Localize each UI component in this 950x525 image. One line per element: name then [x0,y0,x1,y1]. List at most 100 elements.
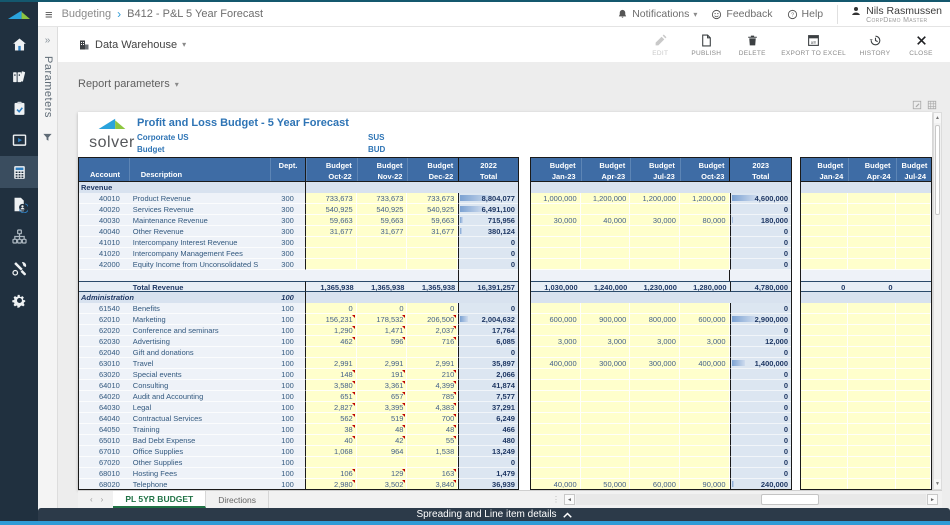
input-cell[interactable]: 600,000 [680,314,730,325]
input-cell[interactable]: 50,000 [581,479,631,490]
input-cell[interactable]: 733,673 [407,193,458,204]
input-cell[interactable] [357,259,408,270]
input-cell[interactable] [848,457,895,468]
input-cell[interactable] [581,204,631,215]
input-cell[interactable] [896,314,931,325]
help-button[interactable]: ? Help [787,8,824,20]
sheet-tab-directions[interactable]: Directions [206,491,269,508]
input-cell[interactable]: 600,000 [531,314,581,325]
notifications-button[interactable]: Notifications▾ [617,8,697,20]
input-cell[interactable] [581,468,631,479]
input-cell[interactable]: 156,231 [306,314,357,325]
input-cell[interactable] [896,259,931,270]
input-cell[interactable] [896,457,931,468]
input-cell[interactable]: 1,200,000 [680,193,730,204]
export-button[interactable]: x≡EXPORT TO EXCEL [775,31,852,59]
sidebar-item-documents[interactable] [0,188,38,220]
input-cell[interactable] [581,237,631,248]
input-cell[interactable]: 1,471 [357,325,408,336]
input-cell[interactable]: 2,991 [407,358,458,369]
input-cell[interactable] [680,457,730,468]
input-cell[interactable]: 4,383 [407,402,458,413]
solver-logo-icon[interactable] [0,0,38,28]
input-cell[interactable] [801,369,848,380]
input-cell[interactable]: 1,538 [407,446,458,457]
input-cell[interactable] [801,259,848,270]
input-cell[interactable] [531,303,581,314]
input-cell[interactable] [896,237,931,248]
sidebar-item-tasks[interactable] [0,92,38,124]
input-cell[interactable] [896,468,931,479]
input-cell[interactable]: 191 [357,369,408,380]
input-cell[interactable]: 80,000 [680,215,730,226]
input-cell[interactable] [680,402,730,413]
input-cell[interactable]: 59,663 [306,215,357,226]
input-cell[interactable] [680,237,730,248]
input-cell[interactable] [848,226,895,237]
scroll-down-icon[interactable]: ▼ [934,479,941,489]
input-cell[interactable]: 48 [407,424,458,435]
input-cell[interactable]: 55 [407,435,458,446]
publish-button[interactable]: PUBLISH [683,31,729,59]
input-cell[interactable] [680,369,730,380]
input-cell[interactable] [896,193,931,204]
input-cell[interactable]: 38 [306,424,357,435]
input-cell[interactable] [630,226,680,237]
input-cell[interactable] [848,215,895,226]
delete-button[interactable]: DELETE [729,31,775,59]
input-cell[interactable]: 3,000 [680,336,730,347]
input-cell[interactable] [896,358,931,369]
input-cell[interactable]: 42 [357,435,408,446]
input-cell[interactable] [531,435,581,446]
input-cell[interactable] [848,446,895,457]
input-cell[interactable] [801,424,848,435]
sidebar-item-workflow[interactable] [0,220,38,252]
input-cell[interactable] [680,226,730,237]
sidebar-item-playbooks[interactable] [0,124,38,156]
scroll-left-icon[interactable]: ◄ [564,494,575,505]
input-cell[interactable] [848,204,895,215]
input-cell[interactable] [680,435,730,446]
input-cell[interactable]: 59,663 [357,215,408,226]
input-cell[interactable] [581,380,631,391]
data-source-dropdown[interactable]: Data Warehouse ▾ [78,39,186,51]
input-cell[interactable] [848,479,895,490]
input-cell[interactable]: 400,000 [531,358,581,369]
input-cell[interactable] [848,424,895,435]
input-cell[interactable] [896,336,931,347]
input-cell[interactable] [630,325,680,336]
input-cell[interactable] [848,468,895,479]
input-cell[interactable] [801,248,848,259]
input-cell[interactable] [531,446,581,457]
input-cell[interactable] [630,402,680,413]
input-cell[interactable]: 1,200,000 [630,193,680,204]
input-cell[interactable]: 716 [407,336,458,347]
input-cell[interactable]: 0 [357,303,408,314]
input-cell[interactable] [531,402,581,413]
input-cell[interactable] [801,336,848,347]
input-cell[interactable] [896,391,931,402]
input-cell[interactable] [896,380,931,391]
input-cell[interactable] [680,259,730,270]
expand-parameters-icon[interactable]: » [38,27,57,46]
input-cell[interactable]: 3,000 [581,336,631,347]
breadcrumb-app[interactable]: Budgeting [62,8,112,20]
input-cell[interactable] [531,325,581,336]
input-cell[interactable] [896,303,931,314]
input-cell[interactable] [531,226,581,237]
input-cell[interactable] [581,391,631,402]
input-cell[interactable] [801,380,848,391]
input-cell[interactable]: 40,000 [531,479,581,490]
input-cell[interactable]: 31,677 [306,226,357,237]
history-button[interactable]: HISTORY [852,31,898,59]
input-cell[interactable] [801,358,848,369]
input-cell[interactable]: 2,991 [357,358,408,369]
input-cell[interactable]: 210 [407,369,458,380]
input-cell[interactable] [630,424,680,435]
input-cell[interactable] [680,204,730,215]
sidebar-item-tools[interactable] [0,252,38,284]
input-cell[interactable] [896,369,931,380]
input-cell[interactable]: 540,925 [407,204,458,215]
scroll-up-icon[interactable]: ▲ [934,113,941,123]
sidebar-item-home[interactable] [0,28,38,60]
